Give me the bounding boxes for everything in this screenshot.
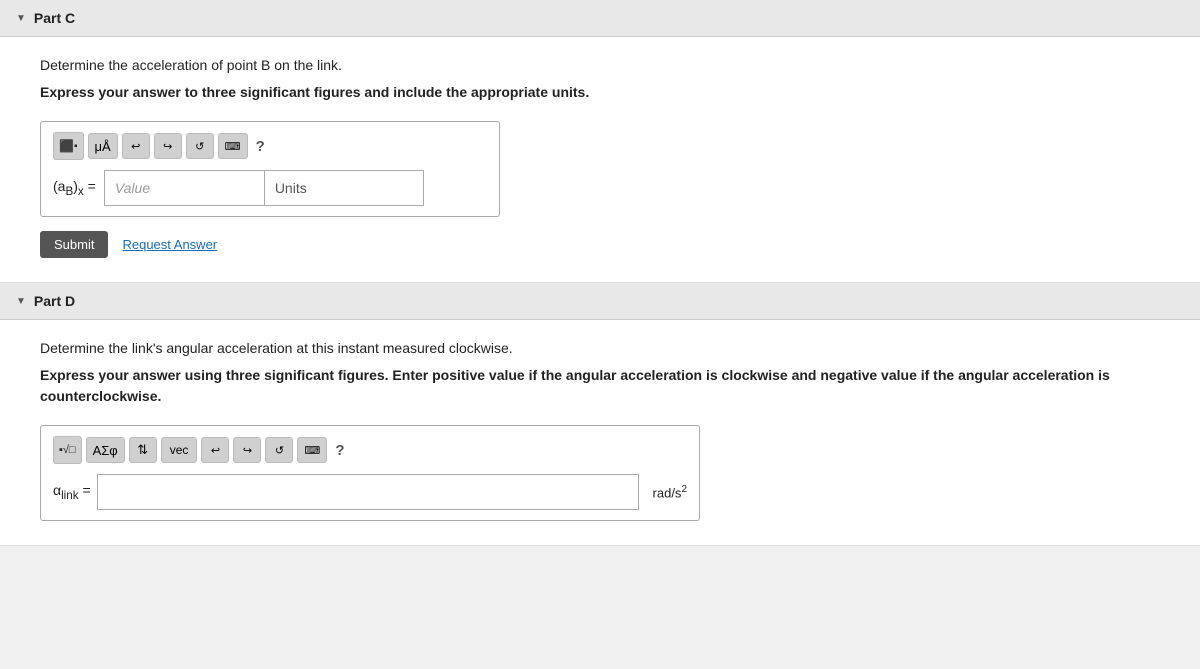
part-c-title: Part C (34, 10, 75, 26)
page: ▼ Part C Determine the acceleration of p… (0, 0, 1200, 669)
part-d-instruction1: Determine the link's angular acceleratio… (40, 338, 1160, 359)
part-c-help-btn[interactable]: ? (256, 138, 265, 155)
part-d-instruction2: Express your answer using three signific… (40, 365, 1160, 407)
part-d-matrix-btn[interactable]: ▪√□ (54, 437, 81, 463)
part-c-section: ▼ Part C Determine the acceleration of p… (0, 0, 1200, 283)
part-d-undo-icon: ↩ (211, 444, 220, 457)
part-d-arrows-btn[interactable]: ⇅ (129, 437, 157, 463)
part-c-refresh-btn[interactable]: ↺ (186, 133, 214, 159)
part-d-keyboard-icon: ⌨ (304, 444, 320, 457)
part-d-vec-label: vec (170, 443, 189, 457)
part-c-action-row: Submit Request Answer (40, 231, 1160, 258)
part-d-section: ▼ Part D Determine the link's angular ac… (0, 283, 1200, 546)
part-d-unit-label: rad/s2 (653, 484, 687, 500)
part-d-body: Determine the link's angular acceleratio… (0, 320, 1200, 545)
part-c-format-btn1[interactable]: ⬛▪ (54, 133, 83, 159)
part-c-keyboard-icon: ⌨ (225, 140, 241, 153)
part-c-instruction2: Express your answer to three significant… (40, 82, 1160, 103)
part-c-redo-btn[interactable]: ↪ (154, 133, 182, 159)
part-d-greek-btn[interactable]: ΑΣφ (86, 437, 125, 463)
part-c-undo-icon: ↩ (131, 140, 140, 153)
part-c-redo-icon: ↪ (163, 140, 172, 153)
part-d-help-btn[interactable]: ? (335, 442, 344, 459)
part-d-answer-box: ▪√□ ΑΣφ ⇅ vec ↩ ↪ (40, 425, 700, 521)
part-c-undo-btn[interactable]: ↩ (122, 133, 150, 159)
part-d-vec-btn[interactable]: vec (161, 437, 198, 463)
part-d-format-group[interactable]: ▪√□ (53, 436, 82, 464)
part-d-redo-btn[interactable]: ↪ (233, 437, 261, 463)
part-c-input-row: (aB)x = (53, 170, 487, 206)
part-d-redo-icon: ↪ (243, 444, 252, 457)
part-d-refresh-btn[interactable]: ↺ (265, 437, 293, 463)
part-c-units-input[interactable] (264, 170, 424, 206)
part-c-refresh-icon: ↺ (195, 140, 204, 153)
part-c-keyboard-btn[interactable]: ⌨ (218, 133, 248, 159)
part-c-value-input[interactable] (104, 170, 264, 206)
part-d-arrows-icon: ⇅ (137, 442, 148, 458)
part-c-submit-button[interactable]: Submit (40, 231, 108, 258)
part-c-chevron-icon[interactable]: ▼ (16, 13, 26, 24)
part-c-input-label: (aB)x = (53, 178, 96, 198)
part-d-omega-label: αlink = (53, 482, 91, 502)
part-d-chevron-icon[interactable]: ▼ (16, 296, 26, 307)
part-d-refresh-icon: ↺ (275, 444, 284, 457)
part-d-header: ▼ Part D (0, 283, 1200, 320)
part-d-omega-input[interactable] (97, 474, 639, 510)
part-c-body: Determine the acceleration of point B on… (0, 37, 1200, 282)
part-c-answer-box: ⬛▪ μÅ ↩ ↪ ↺ ⌨ (40, 121, 500, 217)
part-c-header: ▼ Part C (0, 0, 1200, 37)
part-d-keyboard-btn[interactable]: ⌨ (297, 437, 327, 463)
part-c-toolbar: ⬛▪ μÅ ↩ ↪ ↺ ⌨ (53, 132, 487, 160)
part-d-undo-btn[interactable]: ↩ (201, 437, 229, 463)
part-d-title: Part D (34, 293, 75, 309)
part-d-toolbar: ▪√□ ΑΣφ ⇅ vec ↩ ↪ (53, 436, 687, 464)
part-c-request-answer-link[interactable]: Request Answer (122, 237, 217, 252)
part-d-greek-label: ΑΣφ (93, 443, 118, 458)
part-c-instruction1: Determine the acceleration of point B on… (40, 55, 1160, 76)
part-d-omega-row: αlink = rad/s2 (53, 474, 687, 510)
part-c-format-group[interactable]: ⬛▪ (53, 132, 84, 160)
part-c-mu-label: μÅ (95, 139, 111, 154)
part-c-mu-btn[interactable]: μÅ (88, 133, 118, 159)
